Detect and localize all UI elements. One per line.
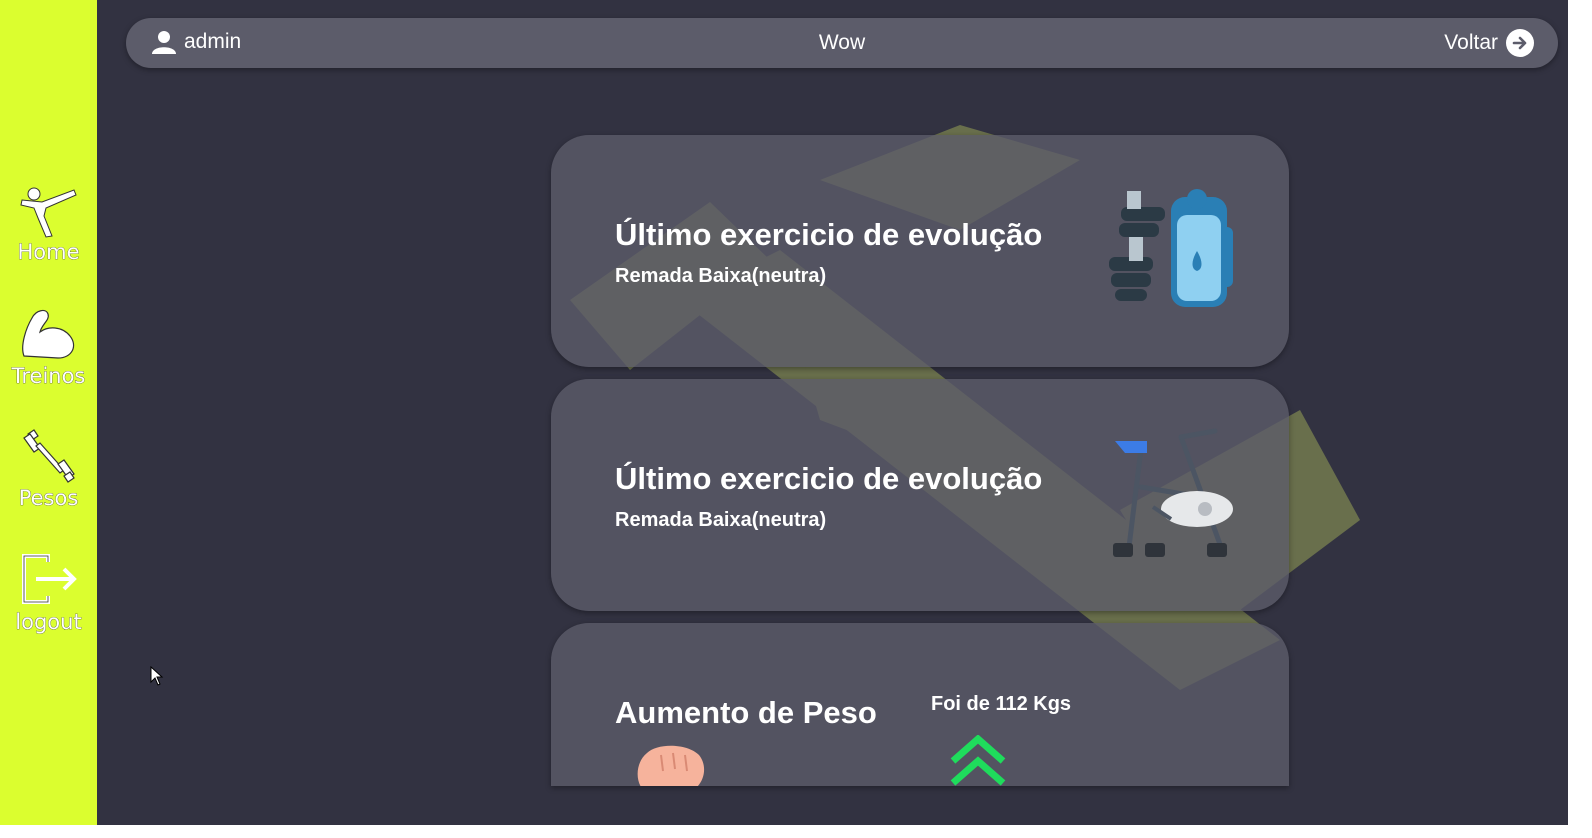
card-subtitle: Remada Baixa(neutra) (615, 265, 827, 287)
sidebar-item-label: Home (17, 240, 80, 265)
card-title: Último exercicio de evolução (615, 461, 1043, 496)
double-chevron-up-icon (950, 735, 1006, 786)
arrow-right-circle-icon (1506, 29, 1534, 57)
top-bar: admin Wow Voltar (126, 18, 1558, 68)
sidebar-item-label: Treinos (11, 364, 86, 389)
sidebar-item-label: logout (15, 610, 82, 635)
weight-increase-value: Foi de 112 Kgs (931, 693, 1072, 715)
weight-increase-card[interactable]: Aumento de Peso Foi de 112 Kgs (551, 623, 1289, 786)
card-title: Aumento de Peso (615, 695, 877, 730)
dumbbell-bottle-icon (1109, 189, 1233, 307)
sidebar: Home Treinos Pesos logout (0, 0, 97, 825)
app-window: Home Treinos Pesos logout admin Wow Volt… (0, 0, 1568, 825)
sidebar-item-logout[interactable]: logout (0, 552, 97, 634)
page-title: Wow (818, 31, 866, 54)
karate-kick-icon (19, 187, 77, 238)
fist-icon (637, 745, 704, 786)
barbell-icon (22, 429, 75, 483)
sidebar-item-treinos[interactable]: Treinos (0, 306, 97, 388)
exercise-bike-icon (1113, 428, 1233, 557)
evolution-card[interactable]: Último exercicio de evolução Remada Baix… (551, 135, 1289, 367)
sidebar-item-label: Pesos (18, 486, 79, 511)
logout-icon (21, 554, 77, 604)
flexed-arm-icon (21, 309, 74, 359)
back-button[interactable]: Voltar (1444, 29, 1534, 57)
sidebar-item-home[interactable]: Home (0, 186, 97, 264)
sidebar-item-pesos[interactable]: Pesos (0, 428, 97, 510)
mouse-cursor-icon (150, 666, 164, 686)
card-title: Último exercicio de evolução (615, 217, 1043, 252)
evolution-card[interactable]: Último exercicio de evolução Remada Baix… (551, 379, 1289, 611)
back-label: Voltar (1444, 31, 1498, 54)
card-subtitle: Remada Baixa(neutra) (615, 509, 827, 531)
